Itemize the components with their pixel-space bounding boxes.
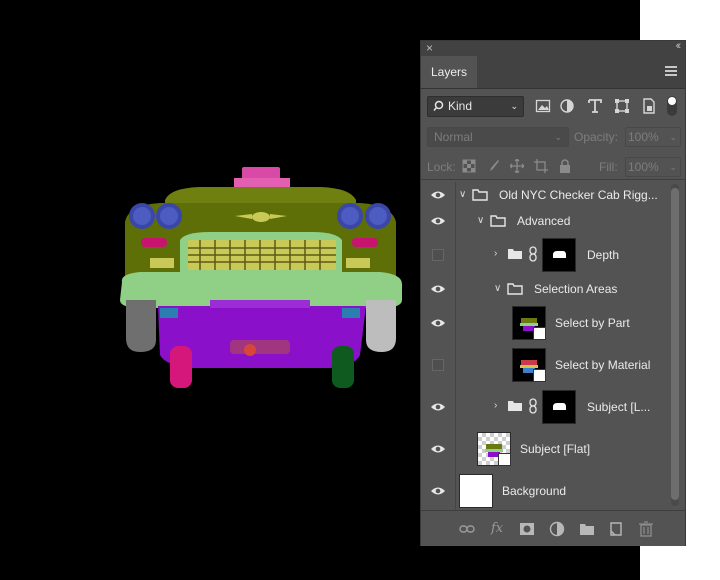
panel-title-bar: × ‹‹ bbox=[421, 40, 685, 56]
filter-row: Kind ⌄ bbox=[421, 91, 685, 121]
layer-mask-thumbnail[interactable] bbox=[542, 390, 576, 424]
layer-name: Select by Part bbox=[555, 316, 630, 330]
layer-list: ∨ Old NYC Checker Cab Rigg... ∨ Advanced… bbox=[421, 182, 667, 510]
fill-label: Fill: bbox=[599, 160, 618, 174]
layer-name: Background bbox=[502, 484, 567, 498]
fill-field[interactable]: 100% ⌄ bbox=[625, 157, 681, 177]
smart-object-badge-icon bbox=[533, 327, 546, 340]
layer-name: Selection Areas bbox=[534, 282, 618, 296]
pixel-layer-filter-icon[interactable] bbox=[535, 98, 551, 114]
chevron-down-icon: ⌄ bbox=[669, 132, 677, 142]
tab-layers[interactable]: Layers bbox=[421, 56, 477, 88]
search-icon bbox=[433, 100, 444, 111]
folder-icon bbox=[490, 215, 506, 227]
type-layer-filter-icon[interactable] bbox=[587, 98, 603, 114]
eye-icon[interactable] bbox=[430, 402, 446, 412]
eye-icon[interactable] bbox=[430, 284, 446, 294]
close-icon[interactable]: × bbox=[426, 41, 433, 55]
visibility-off-box[interactable] bbox=[432, 249, 444, 261]
add-mask-icon[interactable] bbox=[519, 521, 535, 537]
folder-icon bbox=[508, 249, 522, 259]
smart-object-filter-icon[interactable] bbox=[641, 98, 657, 114]
chevron-down-icon: ⌄ bbox=[669, 162, 677, 172]
visibility-off-box[interactable] bbox=[432, 359, 444, 371]
layer-row-advanced[interactable]: ∨ Advanced bbox=[421, 208, 667, 235]
filter-toggle-icon[interactable] bbox=[665, 95, 679, 117]
lock-position-icon[interactable] bbox=[510, 159, 524, 173]
opacity-field[interactable]: 100% ⌄ bbox=[625, 127, 681, 147]
adjustment-layer-filter-icon[interactable] bbox=[559, 98, 575, 114]
layer-row-select-by-material[interactable]: Select by Material bbox=[421, 344, 667, 387]
layer-thumbnail[interactable] bbox=[512, 306, 546, 340]
folder-icon bbox=[472, 189, 488, 201]
layer-thumbnail[interactable] bbox=[512, 348, 546, 382]
panel-bottom-toolbar: fx bbox=[421, 510, 685, 546]
layer-thumbnail[interactable] bbox=[477, 432, 511, 466]
layer-row-cab-rig[interactable]: ∨ Old NYC Checker Cab Rigg... bbox=[421, 182, 667, 209]
opacity-label: Opacity: bbox=[574, 130, 619, 144]
layer-name: Select by Material bbox=[555, 358, 651, 372]
folder-icon bbox=[507, 283, 523, 295]
layer-name: Depth bbox=[587, 248, 620, 262]
layer-name: Subject [L... bbox=[587, 400, 651, 414]
smart-object-badge-icon bbox=[533, 369, 546, 382]
link-icon[interactable] bbox=[528, 246, 538, 262]
chevron-down-icon: ⌄ bbox=[554, 132, 562, 142]
layer-list-scrollbar[interactable] bbox=[669, 184, 681, 506]
layer-row-subject-layered[interactable]: › Subject [L... bbox=[421, 386, 667, 429]
eye-icon[interactable] bbox=[430, 444, 446, 454]
layer-name: Subject [Flat] bbox=[520, 442, 591, 456]
fill-value: 100% bbox=[628, 160, 659, 174]
chevron-down-icon[interactable]: ∨ bbox=[459, 189, 466, 200]
eye-icon[interactable] bbox=[430, 318, 446, 328]
filter-kind-label: Kind bbox=[448, 99, 473, 113]
smart-object-badge-icon bbox=[498, 453, 511, 466]
opacity-value: 100% bbox=[628, 130, 659, 144]
layer-row-select-by-part[interactable]: Select by Part bbox=[421, 302, 667, 345]
eye-icon[interactable] bbox=[430, 486, 446, 496]
new-layer-icon[interactable] bbox=[608, 521, 624, 537]
lock-transparent-pixels-icon[interactable] bbox=[462, 159, 476, 173]
chevron-down-icon[interactable]: ∨ bbox=[477, 215, 484, 226]
lock-image-pixels-icon[interactable] bbox=[486, 159, 500, 173]
layer-row-selection-areas[interactable]: ∨ Selection Areas bbox=[421, 276, 667, 303]
blend-mode-dropdown[interactable]: Normal ⌄ bbox=[427, 127, 569, 147]
filter-kind-dropdown[interactable]: Kind ⌄ bbox=[427, 96, 524, 117]
chevron-right-icon[interactable]: › bbox=[494, 248, 497, 259]
layer-thumbnail[interactable] bbox=[459, 474, 493, 508]
chevron-right-icon[interactable]: › bbox=[494, 400, 497, 411]
layer-name: Old NYC Checker Cab Rigg... bbox=[499, 188, 658, 202]
collapse-icon[interactable]: ‹‹ bbox=[676, 40, 682, 52]
lock-all-icon[interactable] bbox=[558, 159, 572, 173]
link-layers-icon[interactable] bbox=[459, 521, 475, 537]
blend-mode-value: Normal bbox=[434, 130, 473, 144]
lock-artboard-icon[interactable] bbox=[534, 159, 548, 173]
lock-label: Lock: bbox=[427, 160, 456, 174]
layer-mask-thumbnail[interactable] bbox=[542, 238, 576, 272]
layer-row-depth[interactable]: › Depth bbox=[421, 234, 667, 277]
link-icon[interactable] bbox=[528, 398, 538, 414]
eye-icon[interactable] bbox=[430, 190, 446, 200]
panel-tab-row: Layers bbox=[421, 56, 685, 89]
chevron-down-icon[interactable]: ∨ bbox=[494, 283, 501, 294]
panel-menu-icon[interactable] bbox=[665, 66, 677, 76]
shape-layer-filter-icon[interactable] bbox=[614, 98, 630, 114]
eye-icon[interactable] bbox=[430, 216, 446, 226]
folder-icon bbox=[508, 401, 522, 411]
layer-row-subject-flat[interactable]: Subject [Flat] bbox=[421, 428, 667, 471]
layer-name: Advanced bbox=[517, 214, 571, 228]
blend-row: Normal ⌄ Opacity: 100% ⌄ bbox=[421, 125, 685, 151]
scrollbar-thumb[interactable] bbox=[671, 188, 679, 500]
layer-row-background[interactable]: Background bbox=[421, 470, 667, 510]
new-group-icon[interactable] bbox=[579, 521, 595, 537]
chevron-down-icon: ⌄ bbox=[510, 101, 518, 111]
adjustment-layer-icon[interactable] bbox=[549, 521, 565, 537]
fx-icon[interactable]: fx bbox=[491, 521, 507, 537]
trash-icon[interactable] bbox=[638, 521, 654, 537]
layers-panel: × ‹‹ Layers Kind ⌄ Normal ⌄ Opacity: 100… bbox=[421, 40, 685, 546]
lock-row: Lock: Fill: 100% ⌄ bbox=[421, 155, 685, 180]
